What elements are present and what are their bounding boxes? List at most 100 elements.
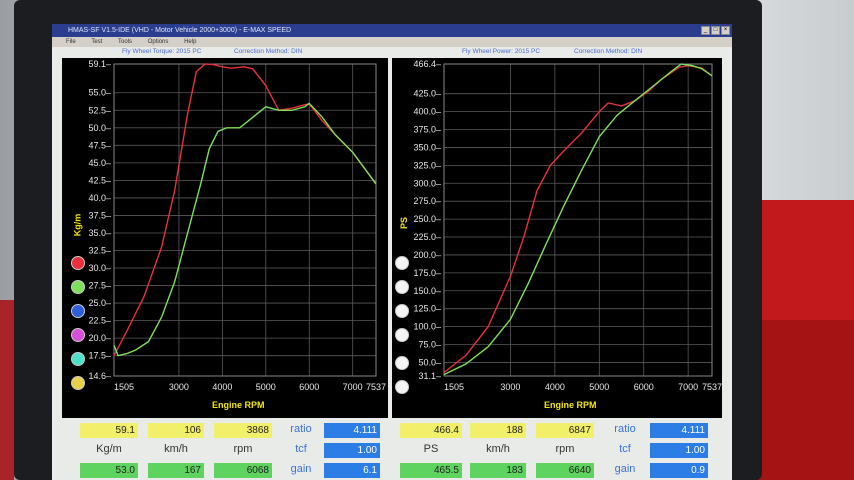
- power-chart-title: Fly Wheel Power: 2015 PC: [462, 48, 541, 55]
- rpm2-readout: 6068: [214, 463, 272, 478]
- power-rpm2-readout: 6640: [536, 463, 594, 478]
- run1-selector[interactable]: [395, 256, 409, 270]
- power-y-tick-label: 175.0–: [413, 268, 441, 278]
- menu-file[interactable]: File: [66, 39, 76, 45]
- power-ratio-value: 4.111: [650, 423, 708, 438]
- torque-chart: 1505 3000 4000 5000 6000 7000 7537 59.1– 55.0– 52…: [88, 59, 386, 392]
- maximize-button[interactable]: □: [711, 26, 720, 35]
- torque-x-tick-label: 1505: [114, 382, 134, 392]
- background-cabinet: [0, 300, 14, 480]
- menu-help[interactable]: Help: [184, 39, 196, 45]
- ratio-value: 4.111: [324, 423, 380, 438]
- power-y-tick-label: 225.0–: [413, 232, 441, 242]
- torque-y-tick-label: 22.5–: [88, 316, 111, 326]
- minimize-button[interactable]: _: [701, 26, 710, 35]
- speed2-readout: 167: [148, 463, 204, 478]
- run2-selector[interactable]: [395, 280, 409, 294]
- torque-chart-title: Fly Wheel Torque: 2015 PC: [122, 48, 202, 55]
- rpm-unit-label: rpm: [233, 443, 253, 455]
- run5-selector[interactable]: [395, 356, 409, 370]
- torque-x-axis-title: Engine RPM: [212, 400, 265, 410]
- power-y-tick-label: 400.0–: [413, 107, 441, 117]
- monitor-bezel: HMAS-SF V1.5-IDE (VHD - Motor Vehicle 20…: [14, 0, 762, 480]
- torque-y-tick-label: 35.0–: [88, 228, 111, 238]
- menu-tools[interactable]: Tools: [118, 39, 132, 45]
- power2-readout: 465.5: [400, 463, 462, 478]
- power-y-tick-label: 375.0–: [413, 125, 441, 135]
- torque-y-tick-label: 25.0–: [88, 298, 111, 308]
- run3-selector[interactable]: [395, 304, 409, 318]
- power-x-tick-label: 5000: [589, 382, 609, 392]
- run6-selector[interactable]: [395, 380, 409, 394]
- torque-x-tick-label: 7000: [343, 382, 363, 392]
- window-title: HMAS-SF V1.5-IDE (VHD - Motor Vehicle 20…: [68, 27, 292, 34]
- power-y-tick-label: 300.0–: [413, 178, 441, 188]
- torque-y-tick-label: 27.5–: [88, 281, 111, 291]
- power-y-tick-label: 350.0–: [413, 142, 441, 152]
- power-x-tick-label: 4000: [545, 382, 565, 392]
- rpm-readout: 3868: [214, 423, 272, 438]
- close-button[interactable]: ×: [721, 26, 730, 35]
- torque-y-tick-label: 47.5–: [88, 140, 111, 150]
- power-rpm-unit-label: rpm: [555, 443, 575, 455]
- power-ratio-label: ratio: [614, 423, 636, 435]
- power-x-axis-title: Engine RPM: [544, 400, 597, 410]
- torque-readout: 59.1: [80, 423, 138, 438]
- power-y-tick-label: 50.0–: [418, 357, 441, 367]
- run3-color-selector[interactable]: [71, 304, 85, 318]
- power-y-tick-label: 200.0–: [413, 250, 441, 260]
- power-y-axis-title: PS: [399, 216, 410, 230]
- torque-y-tick-label: 55.0–: [88, 88, 111, 98]
- run1-color-selector[interactable]: [71, 256, 85, 270]
- tcf-value: 1.00: [324, 443, 380, 458]
- torque-y-tick-label: 37.5–: [88, 210, 111, 220]
- power-y-tick-label: 150.0–: [413, 286, 441, 296]
- gain-label: gain: [290, 463, 312, 475]
- run2-color-selector[interactable]: [71, 280, 85, 294]
- run6-color-selector[interactable]: [71, 376, 85, 390]
- power-x-tick-label: 3000: [500, 382, 520, 392]
- ratio-label: ratio: [290, 423, 312, 435]
- torque-y-tick-label: 52.5–: [88, 105, 111, 115]
- torque-y-tick-label: 40.0–: [88, 193, 111, 203]
- torque-y-tick-label: 59.1–: [88, 59, 111, 69]
- torque-y-tick-label: 14.6–: [88, 371, 111, 381]
- gain-value: 6.1: [324, 463, 380, 478]
- torque-run2-curve: [113, 102, 377, 357]
- speed-readout: 106: [148, 423, 204, 438]
- torque-correction-method: Correction Method: DIN: [234, 48, 303, 55]
- power-chart: 1505 3000 4000 5000 6000 7000 7537 466.4– 425.0–…: [413, 59, 722, 392]
- power-y-tick-label: 275.0–: [413, 196, 441, 206]
- run5-color-selector[interactable]: [71, 352, 85, 366]
- menu-options[interactable]: Options: [148, 39, 169, 45]
- power-y-tick-label: 466.4–: [413, 59, 441, 69]
- menu-test[interactable]: Test: [91, 39, 102, 45]
- power-y-tick-label: 250.0–: [413, 214, 441, 224]
- power-correction-method: Correction Method: DIN: [574, 48, 643, 55]
- window-titlebar: HMAS-SF V1.5-IDE (VHD - Motor Vehicle 20…: [52, 24, 732, 37]
- run4-selector[interactable]: [395, 328, 409, 342]
- power-gain-value: 0.9: [650, 463, 708, 478]
- power-y-tick-label: 100.0–: [413, 322, 441, 332]
- run4-color-selector[interactable]: [71, 328, 85, 342]
- torque-x-tick-label: 5000: [256, 382, 276, 392]
- speed-unit-label: km/h: [164, 443, 188, 455]
- torque-chart-panel: 1505 3000 4000 5000 6000 7000 7537 59.1– 55.0– 52…: [62, 58, 388, 418]
- torque-x-tick-label: 6000: [299, 382, 319, 392]
- menu-bar: File Test Tools Options Help: [52, 37, 732, 47]
- power-chart-panel: 1505 3000 4000 5000 6000 7000 7537 466.4– 425.0–…: [392, 58, 722, 418]
- power-x-tick-label: 7537: [702, 382, 722, 392]
- torque-run1-curve: [113, 63, 377, 357]
- power-y-tick-label: 325.0–: [413, 160, 441, 170]
- torque-y-tick-label: 50.0–: [88, 123, 111, 133]
- torque2-readout: 53.0: [80, 463, 138, 478]
- power-x-tick-label: 1505: [444, 382, 464, 392]
- power-y-tick-label: 425.0–: [413, 89, 441, 99]
- power-y-tick-label: 75.0–: [418, 340, 441, 350]
- torque-x-tick-label: 4000: [212, 382, 232, 392]
- power-tcf-value: 1.00: [650, 443, 708, 458]
- power-y-tick-label: 125.0–: [413, 304, 441, 314]
- power-speed-readout: 188: [470, 423, 526, 438]
- power-rpm-readout: 6847: [536, 423, 594, 438]
- torque-y-axis-title: Kg/m: [72, 213, 83, 237]
